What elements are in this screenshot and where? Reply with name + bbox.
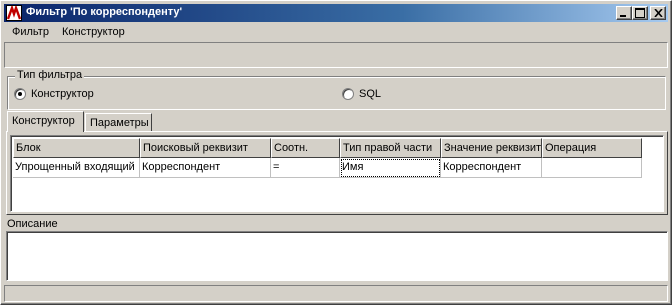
cell-operation[interactable] bbox=[542, 158, 642, 178]
radio-sql-label[interactable]: SQL bbox=[359, 88, 381, 100]
filter-type-legend: Тип фильтра bbox=[15, 69, 85, 81]
filter-type-group bbox=[7, 76, 666, 110]
maximize-icon[interactable] bbox=[632, 6, 648, 20]
radio-constructor-label[interactable]: Конструктор bbox=[31, 88, 94, 100]
cell-block[interactable]: Упрощенный входящий bbox=[13, 158, 140, 178]
window-title: Фильтр 'По корреспонденту' bbox=[26, 6, 183, 18]
cell-relation[interactable]: = bbox=[271, 158, 340, 178]
radio-constructor[interactable] bbox=[14, 88, 26, 100]
menu-constructor[interactable]: Конструктор bbox=[62, 26, 125, 38]
column-header-search-attr[interactable]: Поисковый реквизит bbox=[140, 138, 271, 158]
radio-sql[interactable] bbox=[342, 88, 354, 100]
column-header-operation[interactable]: Операция bbox=[542, 138, 642, 158]
toolbar bbox=[4, 42, 668, 68]
app-logo-icon[interactable] bbox=[6, 4, 22, 21]
cell-attr-value[interactable]: Корреспондент bbox=[441, 158, 542, 178]
cell-search-attr[interactable]: Корреспондент bbox=[140, 158, 271, 178]
close-icon[interactable] bbox=[650, 6, 666, 20]
cell-right-type[interactable]: Имя bbox=[340, 158, 441, 178]
conditions-grid[interactable]: Блок Поисковый реквизит Соотн. Тип право… bbox=[10, 135, 664, 212]
menu-bar: Фильтр Конструктор bbox=[4, 23, 668, 41]
minimize-icon[interactable] bbox=[616, 6, 632, 20]
column-header-attr-value[interactable]: Значение реквизит bbox=[441, 138, 542, 158]
column-header-relation[interactable]: Соотн. bbox=[271, 138, 340, 158]
filter-window: Фильтр 'По корреспонденту' Фильтр Констр… bbox=[0, 0, 672, 305]
column-header-right-type[interactable]: Тип правой части bbox=[340, 138, 441, 158]
description-label: Описание bbox=[7, 218, 58, 230]
menu-filter[interactable]: Фильтр bbox=[12, 26, 49, 38]
title-bar[interactable]: Фильтр 'По корреспонденту' bbox=[4, 4, 668, 22]
tab-constructor[interactable]: Конструктор bbox=[7, 111, 84, 132]
column-header-block[interactable]: Блок bbox=[13, 138, 140, 158]
description-field[interactable] bbox=[6, 231, 668, 281]
tab-parameters[interactable]: Параметры bbox=[85, 113, 152, 131]
status-bar bbox=[4, 285, 668, 302]
